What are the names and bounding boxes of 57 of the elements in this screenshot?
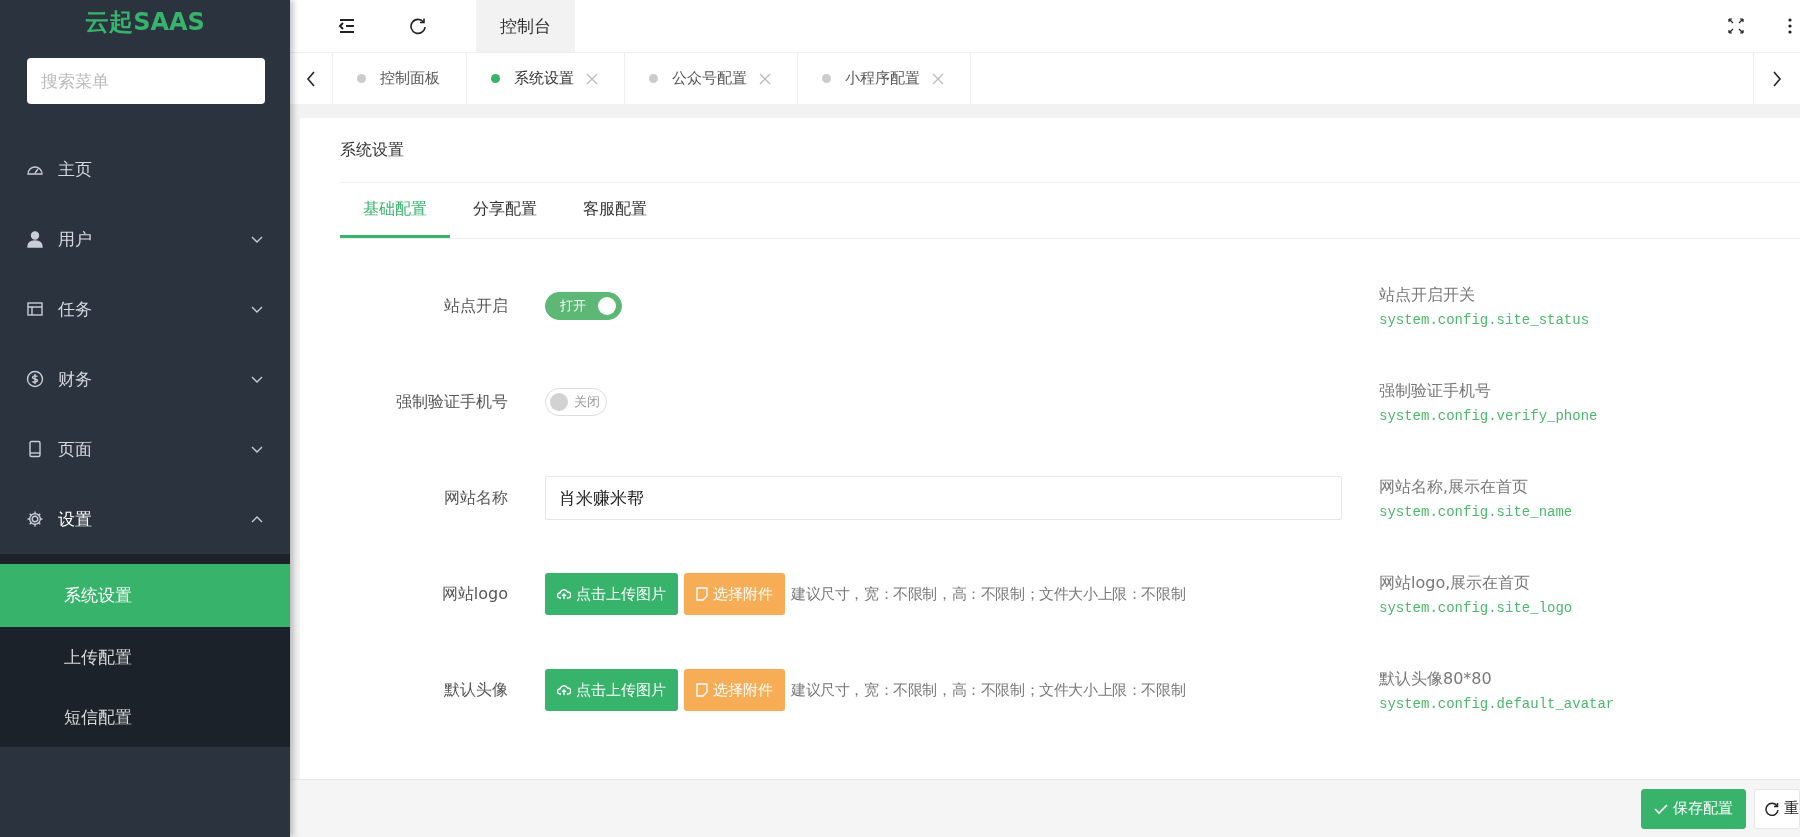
file-icon (696, 587, 708, 601)
card-title: 系统设置 (340, 118, 1800, 183)
cloud-upload-icon (557, 588, 571, 600)
field-label: 网站logo (440, 583, 508, 605)
menu-item[interactable]: 主页 (0, 134, 290, 204)
close-icon[interactable] (586, 72, 598, 85)
console-tab[interactable]: 控制台 (476, 0, 575, 52)
config-tab[interactable]: 客服配置 (560, 183, 670, 238)
submenu-item[interactable]: 上传配置 (0, 627, 290, 687)
more-icon[interactable] (1788, 18, 1792, 34)
reset-button[interactable]: 重 (1754, 788, 1800, 829)
menu-item[interactable]: 页面 (0, 414, 290, 484)
field-label: 网站名称 (443, 487, 508, 509)
field-description: 强制验证手机号 (1379, 380, 1492, 402)
refresh-icon (1765, 801, 1779, 816)
window-icon (26, 300, 44, 318)
close-icon[interactable] (932, 72, 944, 85)
close-icon[interactable] (759, 72, 771, 85)
page-tab[interactable]: 控制面板 (333, 53, 467, 104)
refresh-icon[interactable] (409, 17, 427, 35)
menu-icon[interactable] (338, 18, 356, 34)
config-key: system.config.verify_phone (1379, 407, 1800, 424)
size-hint: 建议尺寸，宽：不限制，高：不限制；文件大小上限：不限制 (791, 680, 1186, 700)
phone-icon (26, 440, 44, 458)
menu-item[interactable]: 财务 (0, 344, 290, 414)
config-key: system.config.site_status (1379, 311, 1800, 328)
field-label: 强制验证手机号 (395, 391, 508, 413)
field-label: 站点开启 (443, 295, 508, 317)
chevron-left-icon (306, 70, 316, 87)
page-tab[interactable]: 小程序配置 (798, 53, 971, 104)
fullscreen-icon[interactable] (1728, 18, 1744, 34)
text-field[interactable]: 肖米赚米帮 (545, 476, 1342, 520)
cloud-upload-icon (557, 684, 571, 696)
file-icon (696, 683, 708, 697)
check-icon (1654, 802, 1668, 815)
field-description: 默认头像80*80 (1379, 668, 1493, 690)
chevron-right-icon (1772, 70, 1782, 87)
config-key: system.config.site_name (1379, 503, 1800, 520)
page-tab[interactable]: 公众号配置 (625, 53, 798, 104)
app-logo: 云起SAAS (84, 7, 206, 38)
field-description: 网站logo,展示在首页 (1379, 572, 1532, 594)
submenu-item[interactable]: 短信配置 (0, 687, 290, 747)
gear-icon (26, 510, 44, 528)
field-description: 站点开启开关 (1379, 284, 1476, 306)
menu-item[interactable]: 设置 (0, 484, 290, 554)
config-tab[interactable]: 分享配置 (450, 183, 560, 238)
menu-item[interactable]: 用户 (0, 204, 290, 274)
field-label: 默认头像 (443, 679, 508, 701)
config-key: system.config.site_logo (1379, 599, 1800, 616)
search-field[interactable]: 搜索菜单 (27, 58, 265, 104)
config-key: system.config.default_avatar (1379, 695, 1800, 712)
dollar-icon (26, 370, 44, 388)
user-icon (26, 230, 44, 248)
field-description: 网站名称,展示在首页 (1379, 476, 1530, 498)
menu-item[interactable]: 任务 (0, 274, 290, 344)
page-tab[interactable]: 系统设置 (467, 53, 625, 104)
size-hint: 建议尺寸，宽：不限制，高：不限制；文件大小上限：不限制 (791, 584, 1186, 604)
